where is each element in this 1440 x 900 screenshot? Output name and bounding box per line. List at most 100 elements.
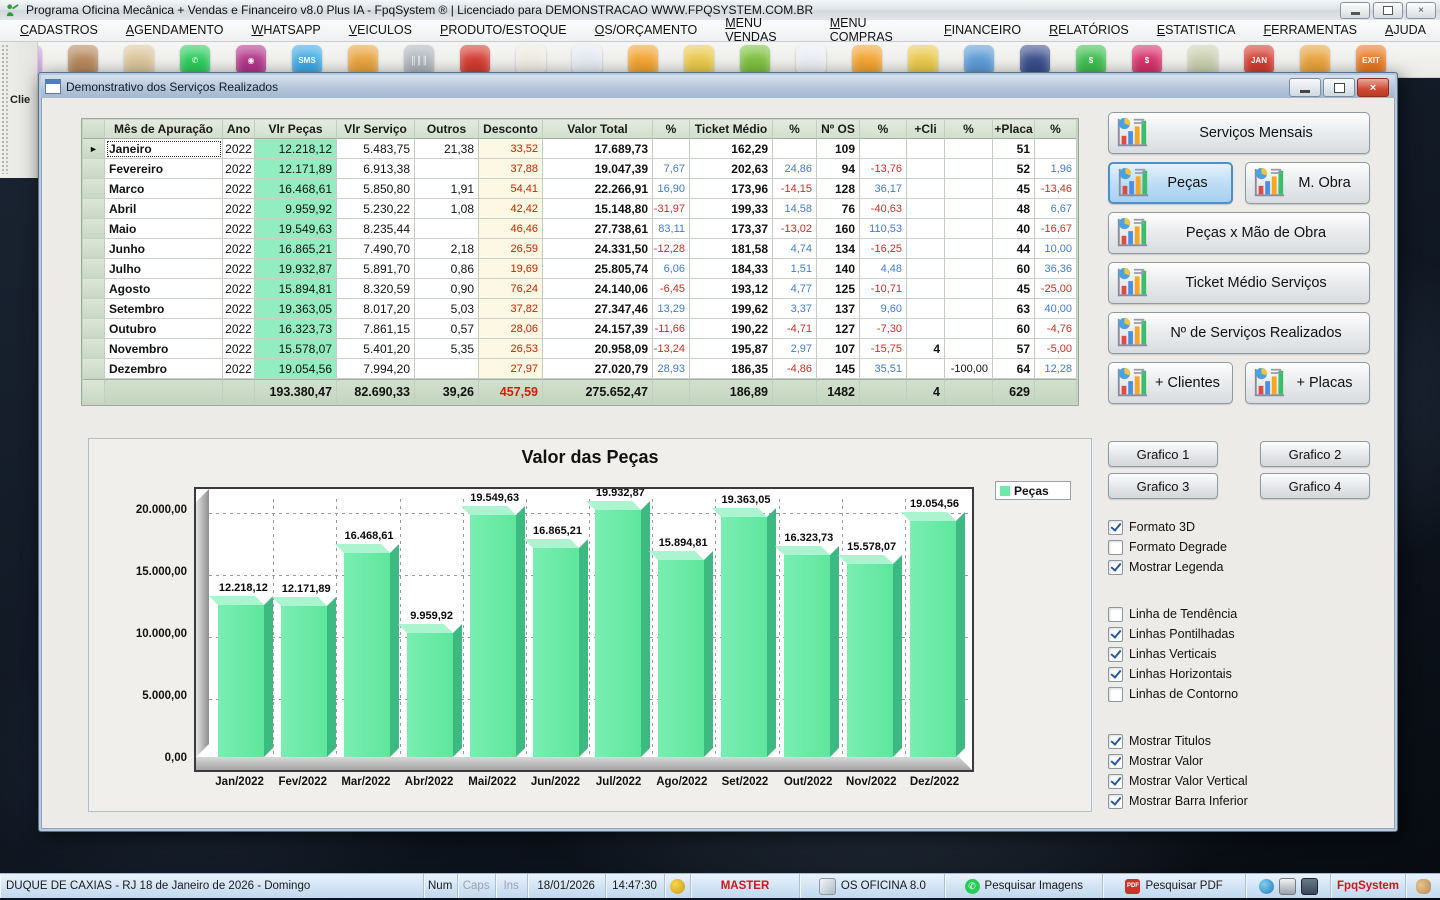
- pasta-icon[interactable]: [628, 45, 658, 75]
- row-selector[interactable]: [83, 279, 105, 299]
- menu-item-relat-rios[interactable]: RELATÓRIOS: [1035, 21, 1143, 40]
- button-mais-placas[interactable]: + Placas: [1245, 362, 1370, 404]
- table-row[interactable]: Setembro202219.363,058.017,205,0337,8227…: [83, 299, 1077, 319]
- clientes-toolbar-button[interactable]: Clie: [0, 42, 38, 178]
- fornecedores-icon[interactable]: [68, 45, 98, 75]
- instagram-icon[interactable]: ◉: [236, 45, 266, 75]
- whatsapp-icon[interactable]: ✆: [180, 45, 210, 75]
- window-maximize-button[interactable]: [1323, 78, 1355, 97]
- checkbox-box[interactable]: [1108, 560, 1123, 575]
- table-row[interactable]: Fevereiro202212.171,896.913,3837,8819.04…: [83, 159, 1077, 179]
- veiculos-icon[interactable]: [460, 45, 490, 75]
- column-header[interactable]: Mês de Apuração: [105, 120, 223, 139]
- column-header[interactable]: Outros: [415, 120, 479, 139]
- search-pdf-button[interactable]: PDFPesquisar PDF: [1103, 874, 1246, 898]
- button-pecas[interactable]: Peças: [1108, 162, 1233, 204]
- button-grafico-1[interactable]: Grafico 1: [1108, 441, 1218, 467]
- button-pecas-x-mao-de-obra[interactable]: Peças x Mão de Obra: [1108, 212, 1370, 254]
- checkbox-linhas-verticais[interactable]: Linhas Verticais: [1108, 644, 1370, 664]
- menu-item-ferramentas[interactable]: FERRAMENTAS: [1249, 21, 1371, 40]
- checkbox-linhas-de-contorno[interactable]: Linhas de Contorno: [1108, 684, 1370, 704]
- button-num-servicos-realizados[interactable]: Nº de Serviços Realizados: [1108, 312, 1370, 354]
- graficos-icon[interactable]: [1300, 45, 1330, 75]
- column-header[interactable]: %: [773, 120, 817, 139]
- livro-caixa-icon[interactable]: [684, 45, 714, 75]
- column-header[interactable]: Ano: [223, 120, 255, 139]
- relatorios-icon[interactable]: [796, 45, 826, 75]
- contas-receber-icon[interactable]: $: [1076, 45, 1106, 75]
- table-row[interactable]: Junho202216.865,217.490,702,1826,5924.33…: [83, 239, 1077, 259]
- row-selector[interactable]: [83, 299, 105, 319]
- agenda-icon[interactable]: JAN: [1244, 45, 1274, 75]
- column-header[interactable]: +Cli: [907, 120, 945, 139]
- menu-item-whatsapp[interactable]: WHATSAPP: [238, 21, 335, 40]
- close-button[interactable]: ×: [1406, 2, 1436, 19]
- row-selector[interactable]: [83, 359, 105, 379]
- row-selector[interactable]: [83, 239, 105, 259]
- column-header[interactable]: %: [653, 120, 690, 139]
- window-title-bar[interactable]: Demonstrativo dos Serviços Realizados ×: [41, 75, 1395, 98]
- row-selector-current[interactable]: ►: [83, 139, 105, 159]
- row-selector[interactable]: [83, 199, 105, 219]
- checkbox-box[interactable]: [1108, 794, 1123, 809]
- estatistica-icon[interactable]: [964, 45, 994, 75]
- checkbox-formato-3d[interactable]: Formato 3D: [1108, 517, 1370, 537]
- ordem-servico-icon[interactable]: [516, 45, 546, 75]
- row-selector[interactable]: [83, 259, 105, 279]
- printer-icon[interactable]: [1279, 878, 1296, 895]
- checkbox-box[interactable]: [1108, 627, 1123, 642]
- grafico-vendas-icon[interactable]: [348, 45, 378, 75]
- menu-item-ajuda[interactable]: AJUDA: [1371, 21, 1440, 40]
- checkbox-linhas-horizontais[interactable]: Linhas Horizontais: [1108, 664, 1370, 684]
- column-header[interactable]: Vlr Serviço: [337, 120, 415, 139]
- row-selector[interactable]: [83, 339, 105, 359]
- arquivos-icon[interactable]: [852, 45, 882, 75]
- funcionarios-icon[interactable]: [124, 45, 154, 75]
- checkbox-box[interactable]: [1108, 607, 1123, 622]
- button-mais-clientes[interactable]: + Clientes: [1108, 362, 1233, 404]
- button-servicos-mensais[interactable]: Serviços Mensais: [1108, 112, 1370, 154]
- checkbox-mostrar-valor-vertical[interactable]: Mostrar Valor Vertical: [1108, 771, 1370, 791]
- checkbox-linha-de-tend-ncia[interactable]: Linha de Tendência: [1108, 604, 1370, 624]
- table-row[interactable]: Julho202219.932,875.891,700,8619,6925.80…: [83, 259, 1077, 279]
- checkbox-box[interactable]: [1108, 667, 1123, 682]
- checkbox-mostrar-titulos[interactable]: Mostrar Titulos: [1108, 731, 1370, 751]
- dinheiro-icon[interactable]: [1188, 45, 1218, 75]
- checkbox-mostrar-barra-inferior[interactable]: Mostrar Barra Inferior: [1108, 791, 1370, 811]
- checkbox-formato-degrade[interactable]: Formato Degrade: [1108, 537, 1370, 557]
- table-row[interactable]: Agosto202215.894,818.320,590,9076,2424.1…: [83, 279, 1077, 299]
- button-grafico-4[interactable]: Grafico 4: [1260, 473, 1370, 499]
- menu-item-os-or-amento[interactable]: OS/ORÇAMENTO: [581, 21, 712, 40]
- button-grafico-2[interactable]: Grafico 2: [1260, 441, 1370, 467]
- table-row[interactable]: ►Janeiro202212.218,125.483,7521,3833,521…: [83, 139, 1077, 159]
- row-selector[interactable]: [83, 219, 105, 239]
- sair-icon[interactable]: EXIT: [1356, 45, 1386, 75]
- window-minimize-button[interactable]: [1289, 78, 1321, 97]
- table-row[interactable]: Dezembro202219.054,567.994,2027,9727.020…: [83, 359, 1077, 379]
- window-close-button[interactable]: ×: [1357, 78, 1389, 97]
- column-header[interactable]: %: [860, 120, 907, 139]
- column-header[interactable]: %: [1035, 120, 1077, 139]
- search-images-button[interactable]: ✆Pesquisar Imagens: [945, 874, 1103, 898]
- checkbox-mostrar-valor[interactable]: Mostrar Valor: [1108, 751, 1370, 771]
- screen-icon[interactable]: [1301, 878, 1318, 895]
- checkbox-box[interactable]: [1108, 520, 1123, 535]
- documentos-icon[interactable]: [572, 45, 602, 75]
- contas-pagar-icon[interactable]: $: [1132, 45, 1162, 75]
- checkbox-mostrar-legenda[interactable]: Mostrar Legenda: [1108, 557, 1370, 577]
- button-ticket-medio-servicos[interactable]: Ticket Médio Serviços: [1108, 262, 1370, 304]
- column-header[interactable]: Ticket Médio: [690, 120, 773, 139]
- checkbox-linhas-pontilhadas[interactable]: Linhas Pontilhadas: [1108, 624, 1370, 644]
- table-row[interactable]: Maio202219.549,638.235,4446,4627.738,618…: [83, 219, 1077, 239]
- checkbox-box[interactable]: [1108, 647, 1123, 662]
- row-selector[interactable]: [83, 179, 105, 199]
- table-row[interactable]: Novembro202215.578,075.401,205,3526,5320…: [83, 339, 1077, 359]
- checkbox-box[interactable]: [1108, 754, 1123, 769]
- checkbox-box[interactable]: [1108, 540, 1123, 555]
- restore-button[interactable]: [1373, 2, 1403, 19]
- menu-item-financeiro[interactable]: FINANCEIRO: [930, 21, 1035, 40]
- checkbox-box[interactable]: [1108, 774, 1123, 789]
- contabilidade-icon[interactable]: [908, 45, 938, 75]
- row-selector[interactable]: [83, 319, 105, 339]
- carteira-icon[interactable]: [1020, 45, 1050, 75]
